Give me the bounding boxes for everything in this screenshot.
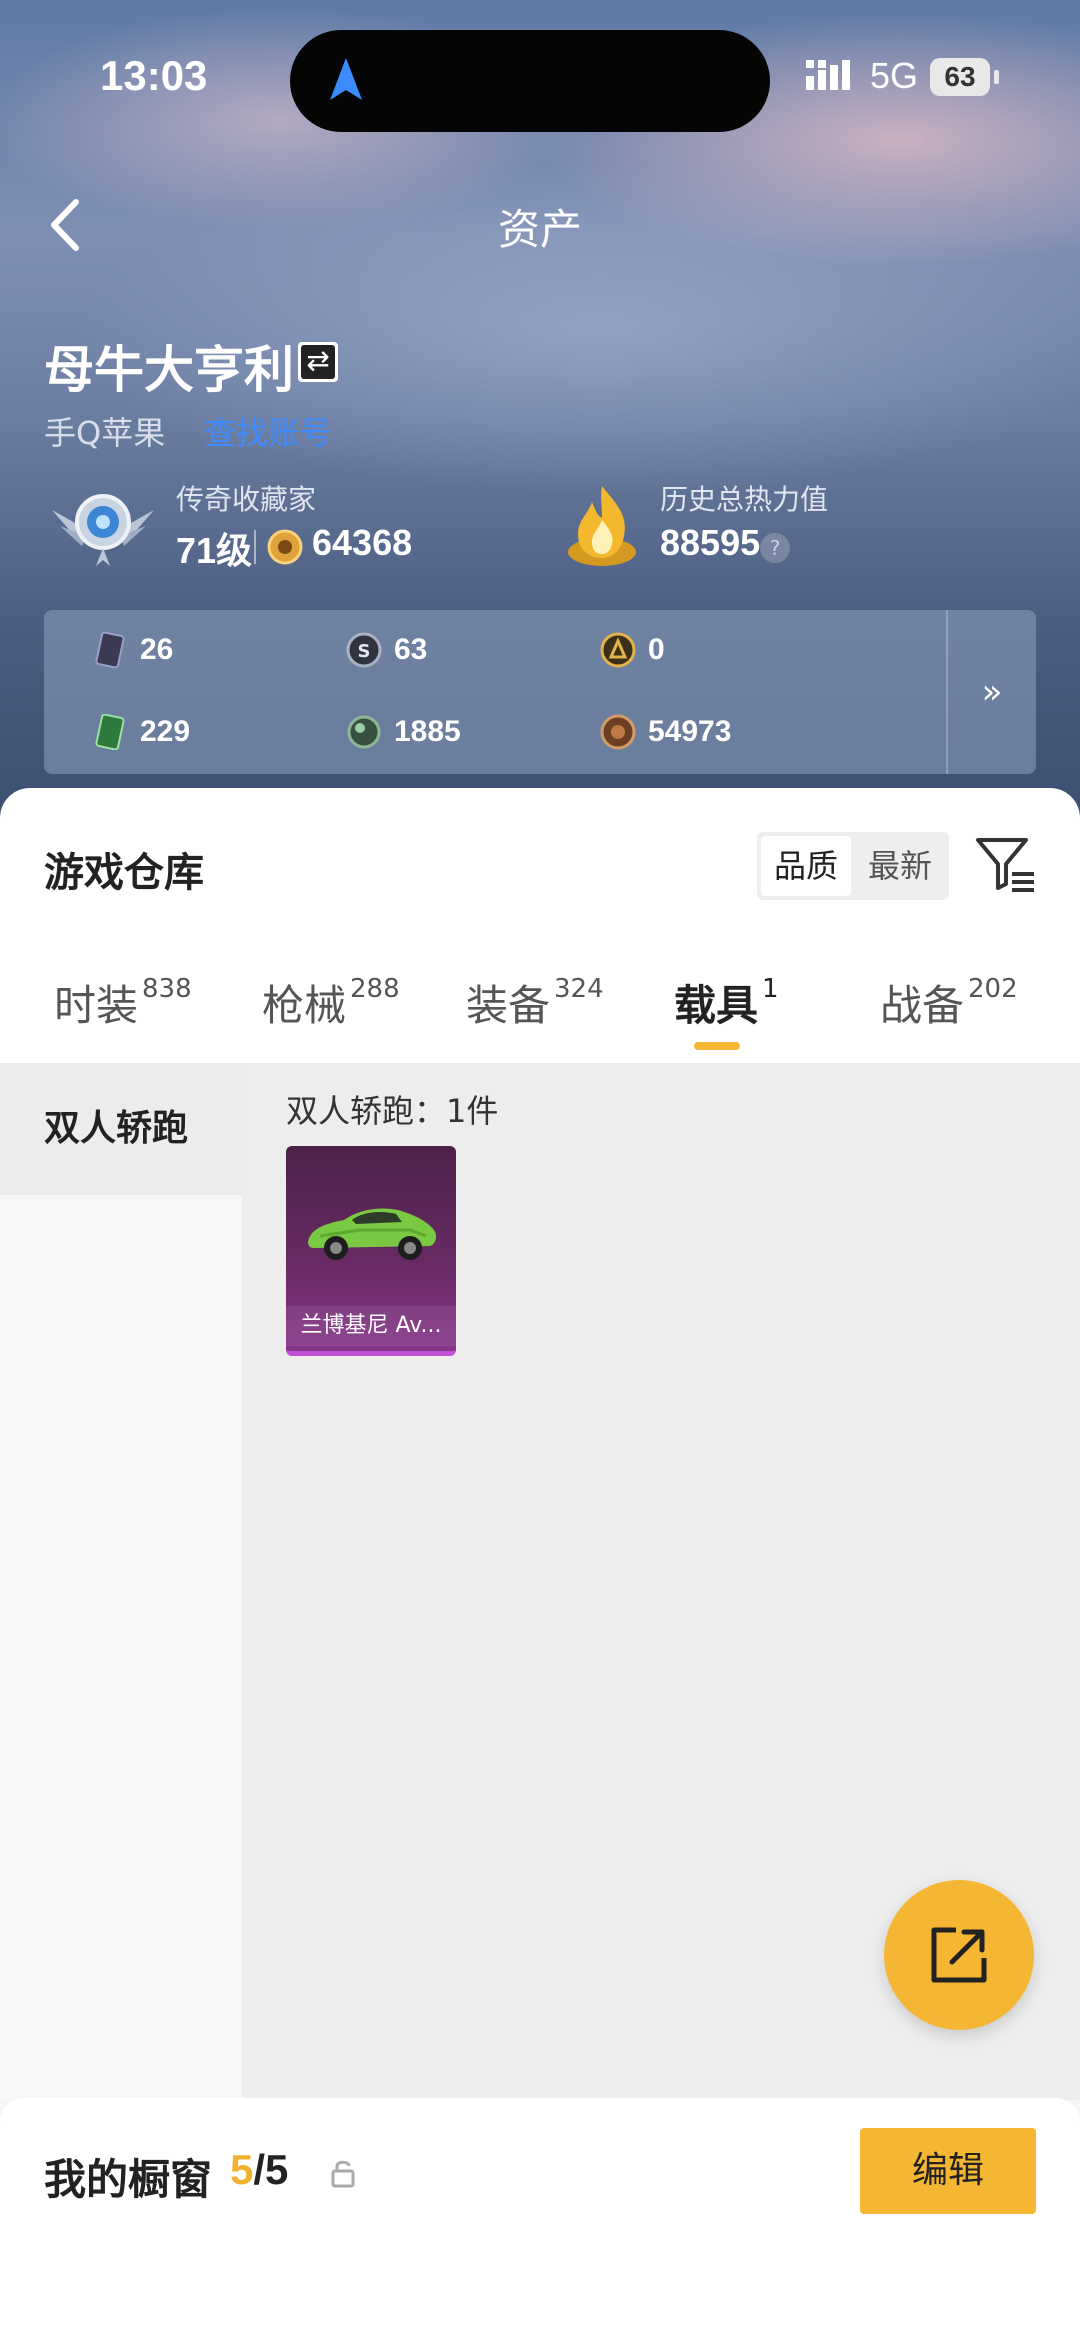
svg-text:S: S xyxy=(358,641,371,662)
dynamic-island xyxy=(290,30,770,132)
sidebar-item-coupe[interactable]: 双人轿跑 xyxy=(0,1063,242,1195)
card-icon xyxy=(92,632,128,668)
warehouse-title: 游戏仓库 xyxy=(44,850,204,896)
item-name: 兰博基尼 Av... xyxy=(286,1306,456,1346)
sort-quality-button[interactable]: 品质 xyxy=(761,836,851,896)
collector-badge-icon xyxy=(52,494,154,566)
more-currencies-button[interactable]: » xyxy=(946,610,1036,774)
collector-level: 71级 xyxy=(176,530,253,571)
showcase-count: 5/5 xyxy=(230,2146,288,2194)
tab-battle-gear[interactable]: 战备 202 xyxy=(880,972,1018,1033)
collector-title: 传奇收藏家 xyxy=(176,483,317,516)
navigation-arrow-icon xyxy=(330,58,362,100)
divider xyxy=(254,530,256,564)
tab-label: 时装 xyxy=(54,981,139,1030)
lock-icon xyxy=(331,2160,355,2188)
status-time: 13:03 xyxy=(100,52,208,99)
green-card-icon xyxy=(92,714,128,750)
active-tab-indicator xyxy=(694,1042,740,1050)
tab-label: 枪械 xyxy=(262,981,347,1030)
showcase-current: 5 xyxy=(230,2146,254,2193)
battery-tip xyxy=(994,70,999,84)
category-sidebar xyxy=(0,1063,242,2100)
status-bar: 13:03 5G 63 xyxy=(0,0,1080,160)
heat-value: 88595 xyxy=(660,522,761,563)
currency-item: 26 xyxy=(92,632,173,668)
swap-icon: ⇄ xyxy=(301,345,335,379)
category-label: 双人轿跑：1件 xyxy=(286,1092,499,1130)
s-coin-icon: S xyxy=(346,632,382,668)
network-type: 5G xyxy=(870,55,919,96)
share-icon xyxy=(931,1927,987,1983)
tab-equipment[interactable]: 装备 324 xyxy=(466,972,604,1033)
heat-label: 历史总热力值 xyxy=(660,483,829,516)
tab-guns[interactable]: 枪械 288 xyxy=(262,972,400,1033)
tab-count: 838 xyxy=(142,974,192,1004)
currency-value: 63 xyxy=(394,633,428,666)
currency-value: 1885 xyxy=(394,715,461,748)
showcase-total: /5 xyxy=(253,2146,289,2193)
currency-value: 54973 xyxy=(648,715,732,748)
switch-link[interactable]: 查找账号 xyxy=(204,408,332,454)
currency-panel: 26 S 63 0 229 1885 54973 » xyxy=(44,610,1036,774)
player-name: 母牛大亨利 xyxy=(44,341,294,399)
share-button[interactable] xyxy=(884,1880,1034,2030)
tab-count: 288 xyxy=(350,974,400,1004)
sort-toggle: 品质 最新 xyxy=(757,832,949,900)
showcase-label: 我的橱窗 xyxy=(44,2155,213,2204)
points-icon xyxy=(267,529,303,565)
car-image xyxy=(308,1208,437,1260)
currency-item: 54973 xyxy=(600,714,731,750)
item-card[interactable]: 兰博基尼 Av... xyxy=(286,1146,456,1356)
platform-label: 手Q苹果 xyxy=(44,414,166,452)
tab-fashion[interactable]: 时装 838 xyxy=(54,972,192,1033)
tab-count: 324 xyxy=(554,974,604,1004)
collector-points: 64368 xyxy=(312,522,413,563)
currency-item: S 63 xyxy=(346,632,427,668)
currency-value: 0 xyxy=(648,633,665,666)
help-icon[interactable]: ? xyxy=(760,533,790,563)
tab-label: 装备 xyxy=(466,981,551,1030)
tab-vehicles[interactable]: 载具 1 xyxy=(674,972,779,1033)
currency-value: 229 xyxy=(140,715,191,748)
flame-icon xyxy=(568,486,636,566)
battery-icon: 63 xyxy=(930,58,990,96)
currency-item: 0 xyxy=(600,632,665,668)
page-title: 资产 xyxy=(497,205,582,254)
tab-label: 载具 xyxy=(674,981,759,1030)
currency-item: 229 xyxy=(92,714,190,750)
switch-account-button[interactable]: ⇄ xyxy=(298,342,338,382)
edit-button[interactable]: 编辑 xyxy=(860,2128,1036,2214)
currency-value: 26 xyxy=(140,633,174,666)
currency-item: 1885 xyxy=(346,714,461,750)
tab-count: 1 xyxy=(762,974,779,1004)
sort-newest-button[interactable]: 最新 xyxy=(855,836,945,896)
green-orb-icon xyxy=(346,714,382,750)
gold-coin-icon xyxy=(600,632,636,668)
tab-label: 战备 xyxy=(880,981,965,1030)
bronze-coin-icon xyxy=(600,714,636,750)
signal-icon xyxy=(806,60,850,90)
filter-icon[interactable] xyxy=(972,832,1038,898)
tab-count: 202 xyxy=(968,974,1018,1004)
